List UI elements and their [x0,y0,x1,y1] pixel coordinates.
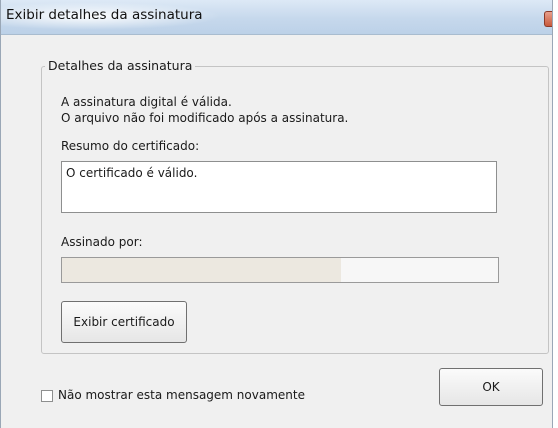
signature-details-dialog: Exibir detalhes da assinatura Detalhes d… [0,0,553,428]
signature-valid-text: A assinatura digital é válida. [61,95,232,109]
signed-by-field[interactable] [61,257,499,283]
certificate-summary-value: O certificado é válido. [66,166,198,180]
window-title: Exibir detalhes da assinatura [6,7,203,23]
file-not-modified-text: O arquivo não foi modificado após a assi… [61,111,349,125]
ok-button[interactable]: OK [439,368,543,406]
view-certificate-label: Exibir certificado [73,315,175,329]
certificate-summary-label: Resumo do certificado: [61,139,200,153]
certificate-summary-field[interactable]: O certificado é válido. [61,161,497,213]
dont-show-again-checkbox[interactable] [41,390,53,402]
dont-show-again-label[interactable]: Não mostrar esta mensagem novamente [58,388,305,402]
title-bar[interactable]: Exibir detalhes da assinatura [1,0,552,35]
signed-by-label: Assinado por: [61,235,143,249]
ok-label: OK [482,380,500,394]
group-legend: Detalhes da assinatura [45,58,196,73]
view-certificate-button[interactable]: Exibir certificado [61,301,187,343]
close-icon[interactable] [544,11,552,27]
